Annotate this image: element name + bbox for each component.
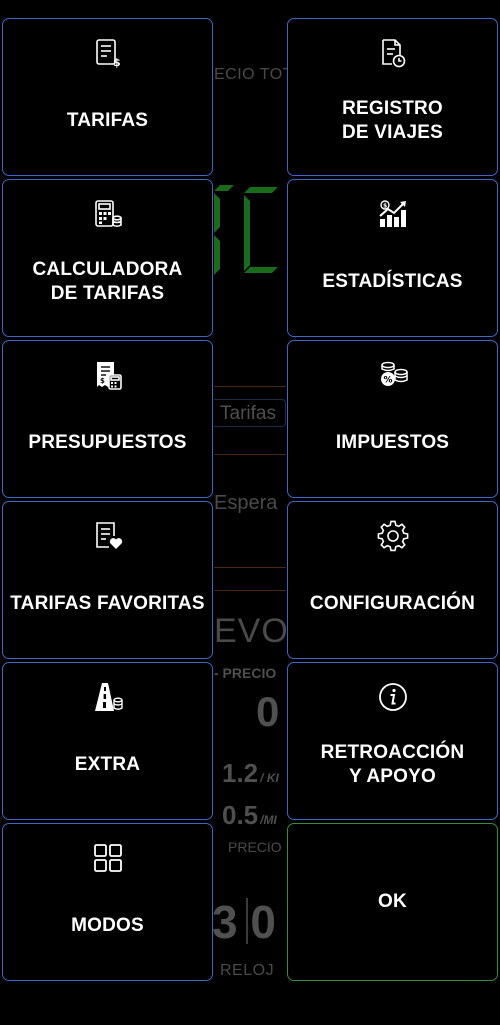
rate-min-value: 0.5 xyxy=(222,800,259,830)
coins-percent-icon: % xyxy=(377,359,409,391)
rate-km: 1.2/ KI xyxy=(222,758,279,789)
divider xyxy=(214,590,286,591)
impuestos-label: IMPUESTOS xyxy=(335,432,450,453)
clock-digits: 3 0 xyxy=(212,896,276,948)
divider xyxy=(214,567,286,568)
divider xyxy=(214,454,286,455)
impuestos-button[interactable]: % IMPUESTOS xyxy=(287,340,498,498)
estadisticas-button[interactable]: $ ESTADÍSTICAS xyxy=(287,179,498,337)
configuracion-label: CONFIGURACIÓN xyxy=(309,593,476,614)
tarifas-button[interactable]: $ TARIFAS xyxy=(2,18,213,176)
retroaccion-y-apoyo-label: RETROACCIÓN Y APOYO xyxy=(320,742,465,787)
tarifas-background-button: Tarifas xyxy=(214,399,286,427)
tarifas-label: TARIFAS xyxy=(66,110,149,131)
precio-total-label: ECIO TOT xyxy=(214,66,293,83)
price-digits-display xyxy=(214,185,278,275)
tarifas-favoritas-label: TARIFAS FAVORITAS xyxy=(10,593,205,614)
grid-icon xyxy=(92,842,124,874)
svg-text:%: % xyxy=(383,376,392,386)
calculadora-de-tarifas-label: CALCULADORA DE TARIFAS xyxy=(32,259,183,304)
document-heart-icon xyxy=(92,520,124,552)
presupuestos-label: PRESUPUESTOS xyxy=(28,432,187,453)
receipt-calculator-icon: $ xyxy=(92,359,124,391)
calculator-coins-icon xyxy=(92,198,124,230)
espera-label: Espera xyxy=(214,492,278,514)
invoice-dollar-icon: $ xyxy=(92,37,124,69)
svg-text:$: $ xyxy=(113,56,121,69)
registro-de-viajes-label: REGISTRO DE VIAJES xyxy=(341,98,444,143)
svg-text:$: $ xyxy=(383,203,387,210)
modos-button[interactable]: MODOS xyxy=(2,823,213,981)
rate-km-unit: / KI xyxy=(260,771,279,785)
configuracion-button[interactable]: CONFIGURACIÓN xyxy=(287,501,498,659)
rate-min: 0.5/MI xyxy=(222,800,277,831)
tarifas-favoritas-button[interactable]: TARIFAS FAVORITAS xyxy=(2,501,213,659)
chart-growth-icon: $ xyxy=(377,198,409,230)
precio-label: PRECIO xyxy=(228,839,282,855)
ok-button[interactable]: OK xyxy=(287,823,498,981)
modos-label: MODOS xyxy=(71,915,144,936)
rate-km-value: 1.2 xyxy=(222,758,259,788)
retroaccion-y-apoyo-button[interactable]: RETROACCIÓN Y APOYO xyxy=(287,662,498,820)
precio-small-label: - PRECIO xyxy=(214,665,277,681)
price-value: 0 xyxy=(256,688,280,735)
divider xyxy=(214,386,286,387)
extra-label: EXTRA xyxy=(74,754,141,775)
reloj-label: RELOJ xyxy=(220,962,275,979)
calculadora-de-tarifas-button[interactable]: CALCULADORA DE TARIFAS xyxy=(2,179,213,337)
gear-icon xyxy=(377,520,409,552)
presupuestos-button[interactable]: $ PRESUPUESTOS xyxy=(2,340,213,498)
road-coins-icon xyxy=(92,681,124,713)
ok-label: OK xyxy=(378,891,407,912)
estadisticas-label: ESTADÍSTICAS xyxy=(322,271,463,292)
document-clock-icon xyxy=(377,37,409,69)
info-icon xyxy=(377,681,409,713)
registro-de-viajes-button[interactable]: REGISTRO DE VIAJES xyxy=(287,18,498,176)
rate-min-unit: /MI xyxy=(260,813,277,827)
clock-separator xyxy=(246,898,248,944)
extra-button[interactable]: EXTRA xyxy=(2,662,213,820)
svg-text:$: $ xyxy=(100,377,105,385)
